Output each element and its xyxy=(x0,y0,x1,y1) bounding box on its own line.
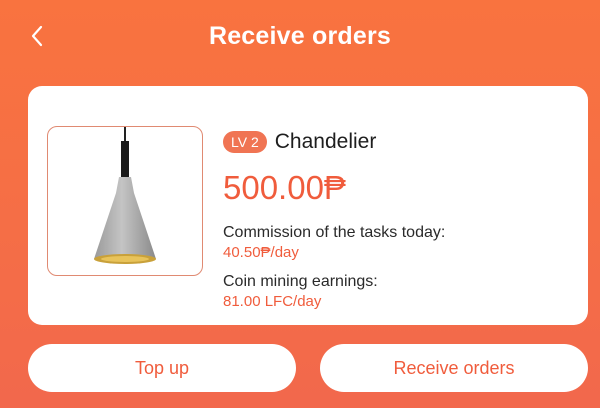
commission-value: 40.50₱/day xyxy=(223,244,299,261)
product-name-row: LV 2 Chandelier xyxy=(223,126,573,158)
product-image xyxy=(47,126,203,276)
commission-label: Commission of the tasks today: xyxy=(223,224,446,241)
top-up-button[interactable]: Top up xyxy=(28,344,296,392)
mining-label: Coin mining earnings: xyxy=(223,273,378,290)
mining-value: 81.00 LFC/day xyxy=(223,293,322,310)
page-title: Receive orders xyxy=(208,22,392,50)
product-price: 500.00₱ xyxy=(223,169,346,206)
product-info: LV 2 Chandelier 500.00₱ Commission of th… xyxy=(223,126,573,312)
pendant-lamp-icon xyxy=(94,127,156,264)
receive-orders-button[interactable]: Receive orders xyxy=(320,344,588,392)
header-bar: Receive orders xyxy=(0,0,600,72)
order-card: LV 2 Chandelier 500.00₱ Commission of th… xyxy=(28,86,588,325)
level-badge: LV 2 xyxy=(223,131,267,153)
product-name: Chandelier xyxy=(274,130,377,153)
